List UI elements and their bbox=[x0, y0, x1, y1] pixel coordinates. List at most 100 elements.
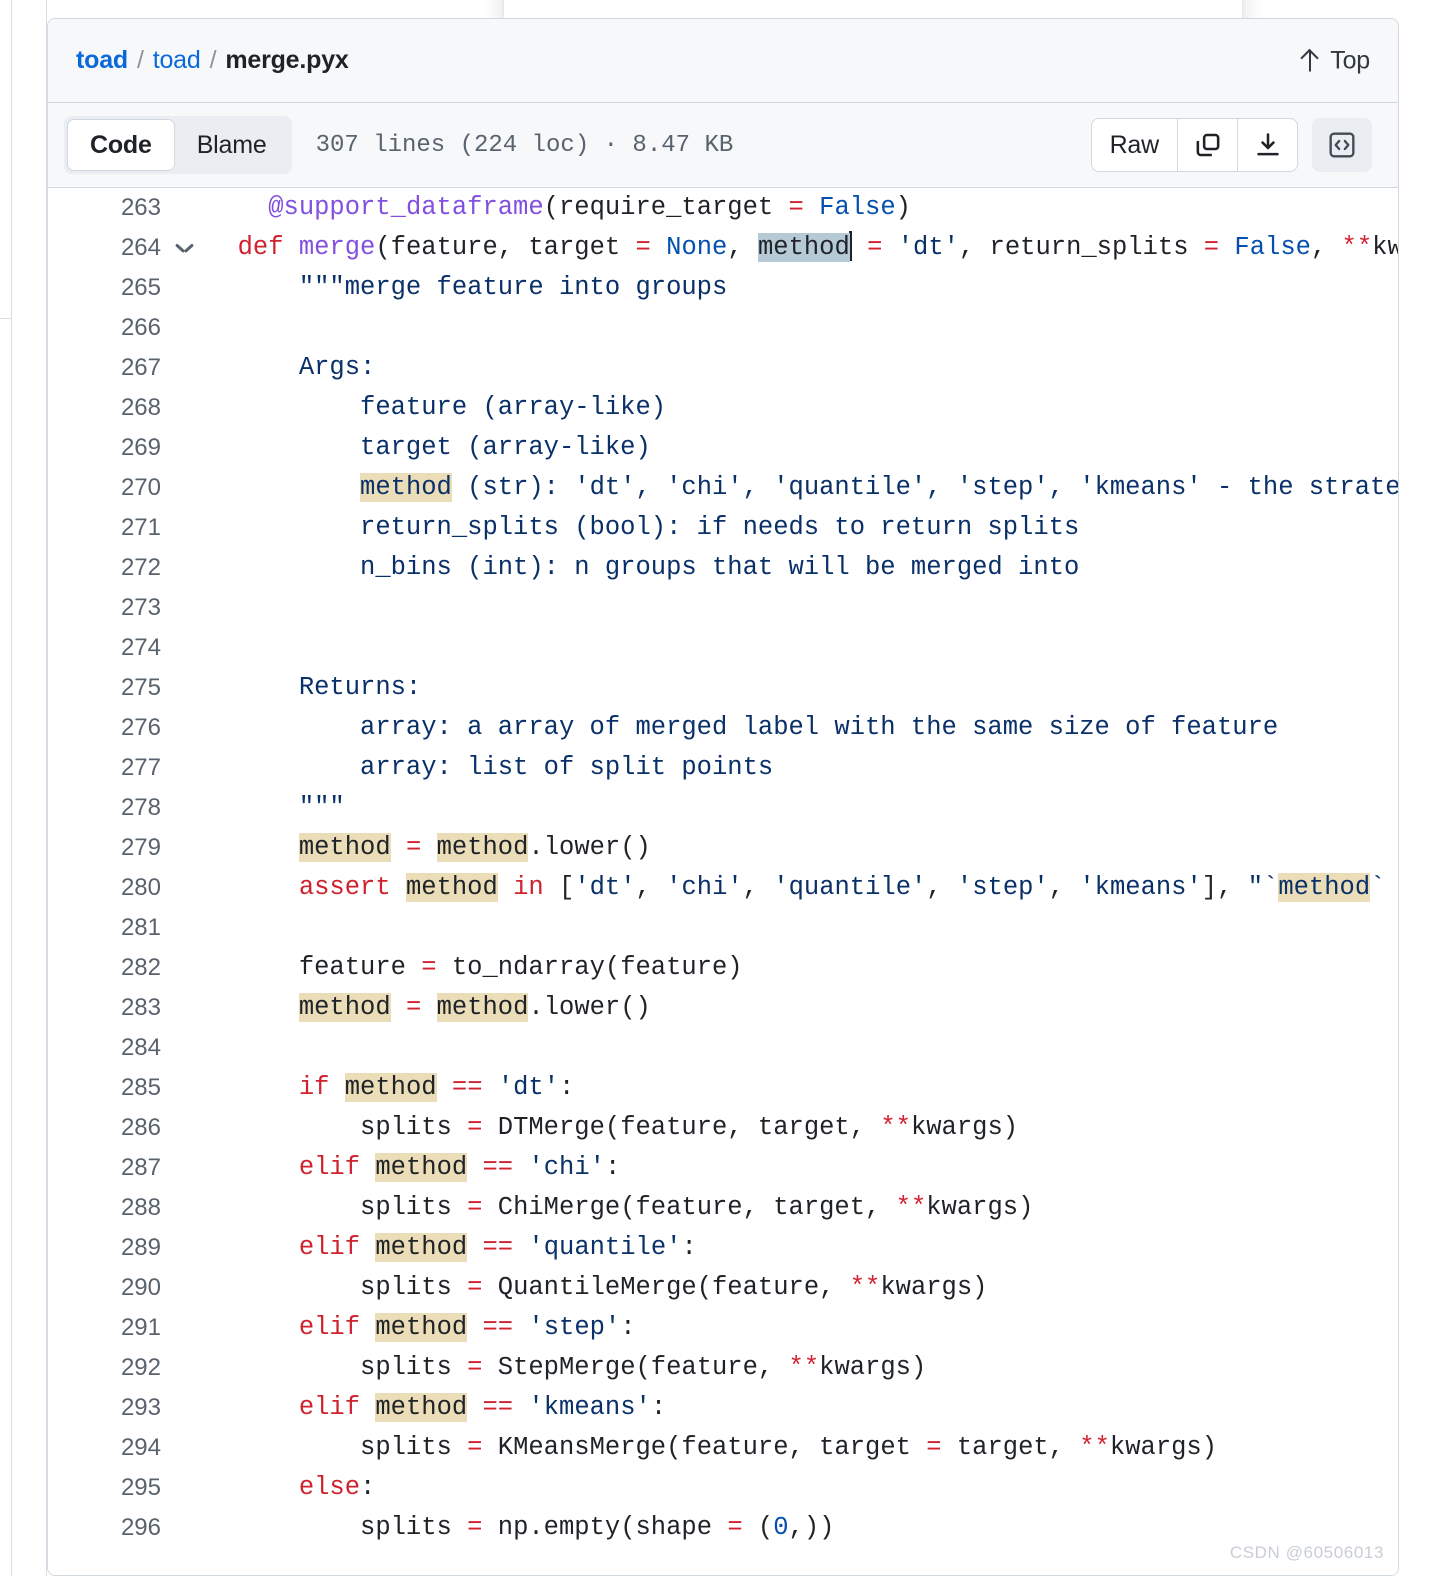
line-number[interactable]: 279 bbox=[48, 828, 161, 868]
code-line[interactable]: 274 bbox=[48, 628, 1398, 668]
line-number[interactable]: 281 bbox=[48, 908, 161, 948]
code-token: : bbox=[559, 1073, 575, 1102]
line-number[interactable]: 283 bbox=[48, 988, 161, 1028]
code-line[interactable]: 275 Returns: bbox=[48, 668, 1398, 708]
code-line[interactable]: 289 elif method == 'quantile': bbox=[48, 1228, 1398, 1268]
code-line[interactable]: 287 elif method == 'chi': bbox=[48, 1148, 1398, 1188]
code-token: : bbox=[620, 1313, 636, 1342]
line-number[interactable]: 295 bbox=[48, 1468, 161, 1508]
line-number[interactable]: 269 bbox=[48, 428, 161, 468]
line-number[interactable]: 274 bbox=[48, 628, 161, 668]
line-number[interactable]: 294 bbox=[48, 1428, 161, 1468]
line-number[interactable]: 264 bbox=[48, 228, 161, 268]
file-header: toad / toad / merge.pyx Top bbox=[48, 19, 1398, 103]
code-line[interactable]: 278 """ bbox=[48, 788, 1398, 828]
line-number[interactable]: 265 bbox=[48, 268, 161, 308]
chevron-down-icon[interactable] bbox=[176, 243, 193, 253]
highlighted-match: method bbox=[298, 993, 391, 1022]
code-line[interactable]: 292 splits = StepMerge(feature, **kwargs… bbox=[48, 1348, 1398, 1388]
code-line[interactable]: 272 n_bins (int): n groups that will be … bbox=[48, 548, 1398, 588]
code-line[interactable]: 293 elif method == 'kmeans': bbox=[48, 1388, 1398, 1428]
code-line[interactable]: 284 bbox=[48, 1028, 1398, 1068]
code-token: , return_splits bbox=[958, 233, 1204, 262]
code-line[interactable]: 266 bbox=[48, 308, 1398, 348]
line-number[interactable]: 277 bbox=[48, 748, 161, 788]
line-number[interactable]: 284 bbox=[48, 1028, 161, 1068]
code-line[interactable]: 276 array: a array of merged label with … bbox=[48, 708, 1398, 748]
code-line[interactable]: 271 return_splits (bool): if needs to re… bbox=[48, 508, 1398, 548]
code-line[interactable]: 286 splits = DTMerge(feature, target, **… bbox=[48, 1108, 1398, 1148]
line-number[interactable]: 273 bbox=[48, 588, 161, 628]
raw-button[interactable]: Raw bbox=[1092, 119, 1177, 171]
code-line[interactable]: 268 feature (array-like) bbox=[48, 388, 1398, 428]
code-line[interactable]: 265 """merge feature into groups bbox=[48, 268, 1398, 308]
code-line[interactable]: 270 method (str): 'dt', 'chi', 'quantile… bbox=[48, 468, 1398, 508]
code-token: QuantileMerge(feature, bbox=[482, 1273, 850, 1302]
line-number[interactable]: 292 bbox=[48, 1348, 161, 1388]
line-number[interactable]: 287 bbox=[48, 1148, 161, 1188]
copy-icon[interactable] bbox=[1177, 119, 1237, 171]
line-number[interactable]: 290 bbox=[48, 1268, 161, 1308]
code-line[interactable]: 285 if method == 'dt': bbox=[48, 1068, 1398, 1108]
code-line[interactable]: 288 splits = ChiMerge(feature, target, *… bbox=[48, 1188, 1398, 1228]
line-number[interactable]: 288 bbox=[48, 1188, 161, 1228]
code-line[interactable]: 277 array: list of split points bbox=[48, 748, 1398, 788]
breadcrumb-filename: merge.pyx bbox=[225, 46, 349, 74]
line-number[interactable]: 278 bbox=[48, 788, 161, 828]
code-brackets-icon[interactable] bbox=[1312, 118, 1372, 172]
line-number[interactable]: 263 bbox=[48, 188, 161, 228]
line-number[interactable]: 286 bbox=[48, 1108, 161, 1148]
code-line[interactable]: 279 method = method.lower() bbox=[48, 828, 1398, 868]
code-token: = bbox=[635, 233, 651, 262]
code-line[interactable]: 291 elif method == 'step': bbox=[48, 1308, 1398, 1348]
code-line[interactable]: 273 bbox=[48, 588, 1398, 628]
code-token: [ bbox=[543, 873, 575, 902]
line-number[interactable]: 268 bbox=[48, 388, 161, 428]
download-icon[interactable] bbox=[1237, 119, 1297, 171]
line-number[interactable]: 275 bbox=[48, 668, 161, 708]
tab-blame[interactable]: Blame bbox=[175, 119, 289, 171]
line-number[interactable]: 296 bbox=[48, 1508, 161, 1548]
code-line[interactable]: 281 bbox=[48, 908, 1398, 948]
highlighted-match: method bbox=[405, 873, 498, 902]
highlighted-match: method bbox=[298, 833, 391, 862]
code-line[interactable]: 267 Args: bbox=[48, 348, 1398, 388]
code-line[interactable]: 269 target (array-like) bbox=[48, 428, 1398, 468]
code-token: 0 bbox=[773, 1513, 789, 1542]
highlighted-match: method bbox=[375, 1313, 468, 1342]
line-number[interactable]: 276 bbox=[48, 708, 161, 748]
code-line[interactable]: 290 splits = QuantileMerge(feature, **kw… bbox=[48, 1268, 1398, 1308]
line-number[interactable]: 291 bbox=[48, 1308, 161, 1348]
code-line[interactable]: 263 @support_dataframe(require_target = … bbox=[48, 188, 1398, 228]
line-number[interactable]: 272 bbox=[48, 548, 161, 588]
code-line[interactable]: 294 splits = KMeansMerge(feature, target… bbox=[48, 1428, 1398, 1468]
breadcrumb-repo[interactable]: toad bbox=[153, 46, 201, 75]
code-token: StepMerge(feature, bbox=[482, 1353, 789, 1382]
code-line[interactable]: 264 def merge(feature, target = None, me… bbox=[48, 228, 1398, 268]
tab-code[interactable]: Code bbox=[67, 119, 175, 171]
code-line[interactable]: 283 method = method.lower() bbox=[48, 988, 1398, 1028]
scroll-to-top-button[interactable]: Top bbox=[1300, 46, 1370, 75]
line-number[interactable]: 267 bbox=[48, 348, 161, 388]
line-number[interactable]: 280 bbox=[48, 868, 161, 908]
line-number[interactable]: 289 bbox=[48, 1228, 161, 1268]
code-blame-toggle: Code Blame bbox=[64, 116, 292, 174]
line-number[interactable]: 285 bbox=[48, 1068, 161, 1108]
code-content[interactable]: 263 @support_dataframe(require_target = … bbox=[48, 188, 1398, 1575]
line-number[interactable]: 282 bbox=[48, 948, 161, 988]
code-line[interactable]: 295 else: bbox=[48, 1468, 1398, 1508]
code-line[interactable]: 282 feature = to_ndarray(feature) bbox=[48, 948, 1398, 988]
code-line[interactable]: 296 splits = np.empty(shape = (0,)) bbox=[48, 1508, 1398, 1548]
code-token: = bbox=[467, 1273, 483, 1302]
line-number[interactable]: 266 bbox=[48, 308, 161, 348]
line-number[interactable]: 293 bbox=[48, 1388, 161, 1428]
line-number[interactable]: 270 bbox=[48, 468, 161, 508]
breadcrumb-owner[interactable]: toad bbox=[76, 46, 128, 75]
line-number[interactable]: 271 bbox=[48, 508, 161, 548]
code-line[interactable]: 280 assert method in ['dt', 'chi', 'quan… bbox=[48, 868, 1398, 908]
